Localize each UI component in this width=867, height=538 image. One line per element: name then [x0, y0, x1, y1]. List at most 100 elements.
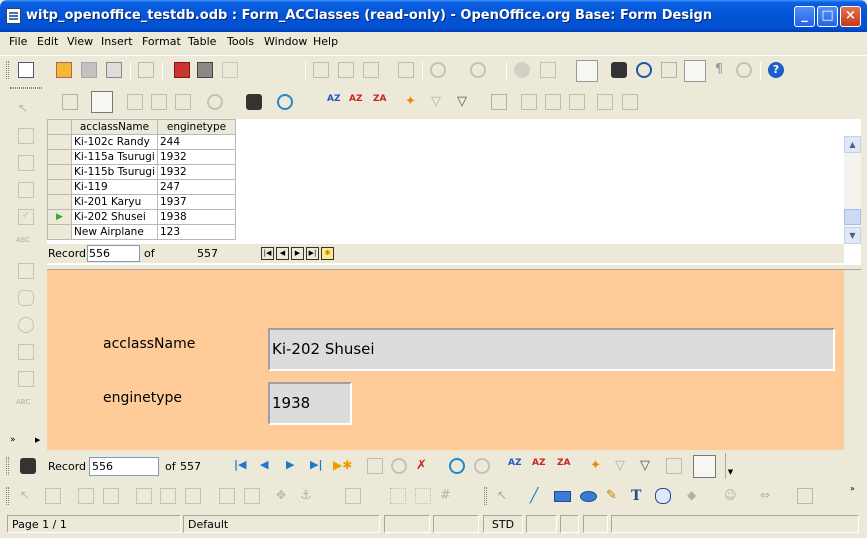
edit-file-icon[interactable] [138, 62, 154, 78]
enginetype-field[interactable]: 1938 [268, 382, 352, 425]
draw-select-icon[interactable]: ↖ [20, 488, 36, 504]
minimize-button[interactable]: _ [794, 6, 815, 27]
clone-formatting-icon[interactable] [398, 62, 414, 78]
grid-cut-icon[interactable] [127, 94, 143, 110]
checkbox-icon[interactable]: ✓ [18, 209, 34, 225]
edit-data-icon[interactable] [91, 91, 113, 113]
display-grid-icon[interactable] [390, 488, 406, 504]
grid-previous-record-button[interactable]: ◀ [276, 247, 289, 260]
draw-open-design-icon[interactable] [219, 488, 235, 504]
grid-corner[interactable] [47, 119, 72, 135]
draw-add-field-icon[interactable] [160, 488, 176, 504]
find-record-icon[interactable] [20, 458, 36, 474]
draw-navigator-icon[interactable] [136, 488, 152, 504]
page-style[interactable]: Default [183, 515, 380, 533]
text-icon[interactable]: T [631, 488, 647, 504]
autospellcheck-icon[interactable] [280, 62, 296, 78]
text-box-icon[interactable]: ABC [16, 236, 32, 252]
grid-find-icon[interactable] [246, 94, 262, 110]
form-apply-filter-icon[interactable]: ▽ [615, 458, 631, 474]
ellipse-icon[interactable] [580, 491, 597, 502]
copy-icon[interactable] [338, 62, 354, 78]
mail-merge-icon[interactable] [569, 94, 585, 110]
cell-enginetype[interactable]: 247 [157, 179, 236, 195]
cell-acclassname[interactable]: Ki-102c Randy [71, 134, 158, 150]
close-button[interactable]: × [840, 6, 861, 27]
first-record-icon[interactable]: |◀ [234, 458, 250, 474]
standard-filter-icon[interactable]: ▽ [457, 94, 473, 110]
grid-vertical-scrollbar[interactable]: ▲ ▼ [844, 136, 861, 244]
draw-properties-icon[interactable] [78, 488, 94, 504]
toolbar-grip[interactable] [484, 487, 487, 505]
toolbar-grip[interactable] [6, 487, 9, 505]
more-controls-icon[interactable]: » [10, 435, 16, 445]
form-filter-based-icon[interactable]: ▽ [640, 458, 656, 474]
symbol-shapes-icon[interactable]: ☺ [724, 488, 740, 504]
menu-tools[interactable]: Tools [227, 35, 254, 48]
last-record-icon[interactable]: ▶| [310, 458, 326, 474]
data-to-fields-icon[interactable] [545, 94, 561, 110]
line-icon[interactable]: ╱ [530, 488, 546, 504]
grid-undo-icon[interactable] [207, 94, 223, 110]
toolbar-grip[interactable] [6, 61, 9, 79]
table-row[interactable]: Ki-102c Randy 244 [47, 134, 236, 150]
cell-acclassname[interactable]: Ki-201 Karyu [71, 194, 158, 210]
control-properties-icon[interactable] [18, 155, 34, 171]
combo-box-icon[interactable] [18, 371, 34, 387]
table-row[interactable]: Ki-201 Karyu 1937 [47, 194, 236, 210]
menu-help[interactable]: Help [313, 35, 338, 48]
data-source-current-icon[interactable] [597, 94, 613, 110]
cell-enginetype[interactable]: 244 [157, 134, 236, 150]
table-row-current[interactable]: ▶ Ki-202 Shusei 1938 [47, 209, 236, 225]
form-refresh-icon[interactable] [449, 458, 465, 474]
scroll-down-button[interactable]: ▼ [844, 227, 861, 244]
form-sort-ascending-icon[interactable]: AZ [508, 458, 524, 474]
page-preview-icon[interactable] [222, 62, 238, 78]
table-row[interactable]: Ki-115b Tsurugi 1932 [47, 164, 236, 180]
undo-icon[interactable] [430, 62, 446, 78]
select-icon[interactable]: ↖ [18, 101, 34, 117]
toolbar-overflow-icon[interactable]: ▼ [725, 453, 735, 479]
toolbar-grip[interactable] [6, 457, 9, 475]
menu-format[interactable]: Format [142, 35, 181, 48]
save-record-icon[interactable] [62, 94, 78, 110]
row-handle[interactable] [47, 194, 72, 210]
draw-form-icon[interactable] [103, 488, 119, 504]
navigator-icon[interactable] [636, 62, 652, 78]
label-field-icon[interactable]: ABC [16, 398, 32, 414]
hyperlink-icon[interactable] [514, 62, 530, 78]
cell-acclassname[interactable]: Ki-115a Tsurugi [71, 149, 158, 165]
design-mode-icon[interactable] [18, 128, 34, 144]
row-handle[interactable] [47, 164, 72, 180]
table-icon[interactable] [540, 62, 556, 78]
menu-insert[interactable]: Insert [101, 35, 133, 48]
push-button-icon[interactable] [18, 290, 34, 306]
draw-focus-icon[interactable] [244, 488, 260, 504]
row-handle[interactable] [47, 149, 72, 165]
cell-enginetype[interactable]: 1932 [157, 164, 236, 180]
grid-paste-icon[interactable] [175, 94, 191, 110]
save-record-icon[interactable] [367, 458, 383, 474]
gallery-icon[interactable] [661, 62, 677, 78]
freeform-icon[interactable]: ✎ [606, 488, 622, 504]
previous-record-icon[interactable]: ◀ [260, 458, 276, 474]
explorer-icon[interactable] [622, 94, 638, 110]
column-header-enginetype[interactable]: enginetype [157, 119, 236, 135]
cut-icon[interactable] [313, 62, 329, 78]
row-handle[interactable] [47, 179, 72, 195]
undo-record-icon[interactable] [391, 458, 407, 474]
spellcheck-icon[interactable] [255, 62, 271, 78]
refresh-control-icon[interactable] [474, 458, 490, 474]
new-record-icon[interactable]: ▶✱ [333, 458, 352, 474]
cell-enginetype[interactable]: 1937 [157, 194, 236, 210]
grid-new-record-button[interactable]: ✱ [321, 247, 334, 260]
snap-to-grid-icon[interactable] [415, 488, 431, 504]
scroll-thumb[interactable] [844, 209, 861, 225]
autofilter-icon[interactable]: ✦ [405, 94, 421, 110]
row-handle[interactable] [47, 134, 72, 150]
grid-first-record-button[interactable]: |◀ [261, 247, 274, 260]
scroll-up-button[interactable]: ▲ [844, 136, 861, 153]
alignment-icon[interactable] [345, 488, 361, 504]
help-icon[interactable]: ? [768, 62, 784, 78]
sort-icon[interactable]: ZA [373, 94, 389, 110]
